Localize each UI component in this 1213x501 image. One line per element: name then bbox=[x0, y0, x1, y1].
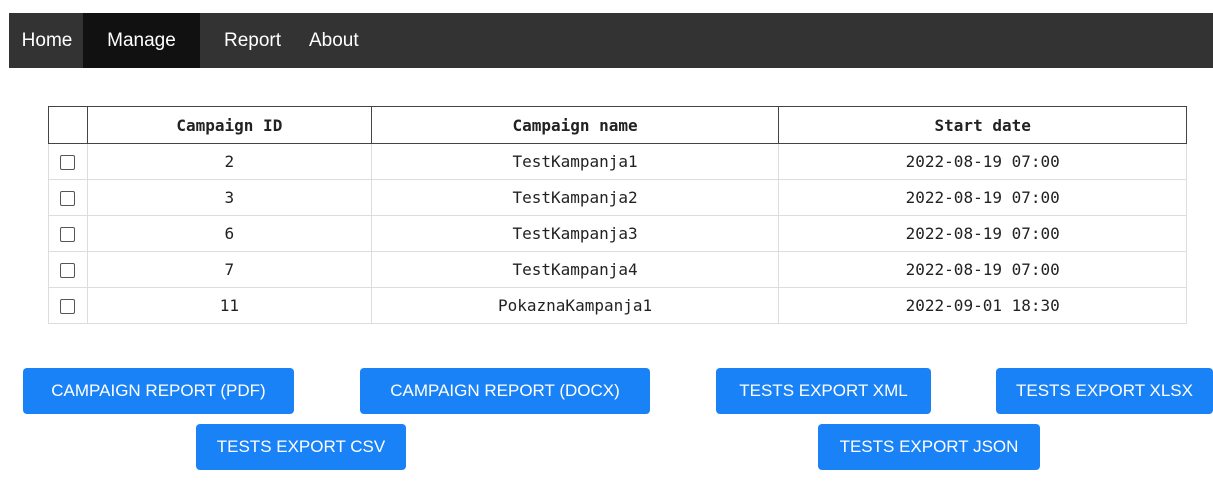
header-campaign-name: Campaign name bbox=[370, 106, 780, 144]
cell-campaign-name: TestKampanja2 bbox=[370, 179, 780, 216]
cell-start-date: 2022-08-19 07:00 bbox=[778, 251, 1187, 288]
row-select-cell bbox=[48, 287, 88, 324]
header-select bbox=[48, 106, 88, 144]
row-select-cell bbox=[48, 215, 88, 252]
cell-campaign-name: TestKampanja1 bbox=[370, 143, 780, 180]
cell-campaign-id: 2 bbox=[86, 143, 372, 180]
tests-export-csv-button[interactable]: TESTS EXPORT CSV bbox=[196, 424, 406, 470]
campaign-report-pdf-button[interactable]: CAMPAIGN REPORT (PDF) bbox=[23, 368, 294, 414]
cell-campaign-name: PokaznaKampanja1 bbox=[370, 287, 780, 324]
table-row: 2 TestKampanja1 2022-08-19 07:00 bbox=[48, 143, 1187, 180]
tests-export-xml-button[interactable]: TESTS EXPORT XML bbox=[716, 368, 931, 414]
row-checkbox[interactable] bbox=[60, 227, 76, 242]
table-row: 6 TestKampanja3 2022-08-19 07:00 bbox=[48, 215, 1187, 252]
nav-manage[interactable]: Manage bbox=[83, 13, 200, 68]
cell-campaign-id: 11 bbox=[86, 287, 372, 324]
row-select-cell bbox=[48, 251, 88, 288]
table-row: 11 PokaznaKampanja1 2022-09-01 18:30 bbox=[48, 287, 1187, 324]
header-start-date: Start date bbox=[778, 106, 1187, 144]
cell-start-date: 2022-09-01 18:30 bbox=[778, 287, 1187, 324]
campaign-report-docx-button[interactable]: CAMPAIGN REPORT (DOCX) bbox=[360, 368, 650, 414]
cell-start-date: 2022-08-19 07:00 bbox=[778, 215, 1187, 252]
table-row: 3 TestKampanja2 2022-08-19 07:00 bbox=[48, 179, 1187, 216]
nav-report[interactable]: Report bbox=[200, 13, 305, 68]
cell-campaign-id: 7 bbox=[86, 251, 372, 288]
table-row: 7 TestKampanja4 2022-08-19 07:00 bbox=[48, 251, 1187, 288]
cell-campaign-name: TestKampanja3 bbox=[370, 215, 780, 252]
header-campaign-id: Campaign ID bbox=[86, 106, 372, 144]
row-checkbox[interactable] bbox=[60, 299, 76, 314]
row-checkbox[interactable] bbox=[60, 155, 76, 170]
cell-campaign-id: 6 bbox=[86, 215, 372, 252]
row-select-cell bbox=[48, 179, 88, 216]
cell-start-date: 2022-08-19 07:00 bbox=[778, 143, 1187, 180]
table-header-row: Campaign ID Campaign name Start date bbox=[48, 106, 1187, 144]
nav-home[interactable]: Home bbox=[9, 13, 83, 68]
tests-export-json-button[interactable]: TESTS EXPORT JSON bbox=[818, 424, 1040, 470]
cell-start-date: 2022-08-19 07:00 bbox=[778, 179, 1187, 216]
top-navbar: Home Manage Report About bbox=[9, 13, 1213, 68]
row-checkbox[interactable] bbox=[60, 191, 76, 206]
cell-campaign-name: TestKampanja4 bbox=[370, 251, 780, 288]
nav-about[interactable]: About bbox=[305, 13, 387, 68]
row-checkbox[interactable] bbox=[60, 263, 76, 278]
tests-export-xlsx-button[interactable]: TESTS EXPORT XLSX bbox=[996, 368, 1213, 414]
row-select-cell bbox=[48, 143, 88, 180]
cell-campaign-id: 3 bbox=[86, 179, 372, 216]
campaign-table: Campaign ID Campaign name Start date 2 T… bbox=[48, 106, 1187, 324]
